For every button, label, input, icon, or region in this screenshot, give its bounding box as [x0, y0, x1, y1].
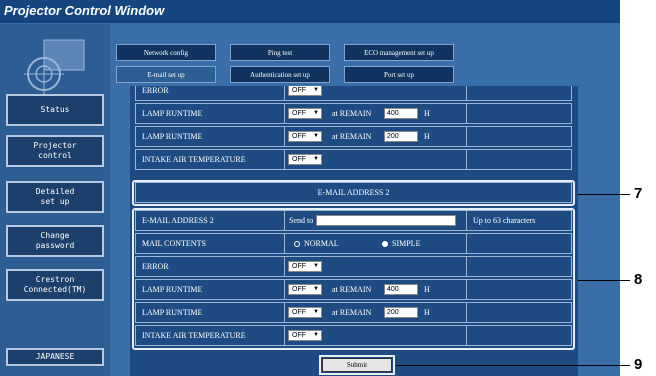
intake-temp-select[interactable]: OFF ▼: [288, 154, 322, 165]
unit-label: H: [424, 132, 430, 141]
callout-8: 8: [634, 271, 643, 288]
row-label: ERROR: [142, 86, 169, 95]
language-button[interactable]: JAPANESE: [6, 348, 104, 366]
tab-ping-test[interactable]: Ping test: [230, 44, 330, 61]
callout-9: 9: [634, 356, 643, 373]
sidebar-item-detailed-set-up[interactable]: Detailed set up: [6, 181, 104, 213]
sidebar: Status Projector control Detailed set up…: [0, 24, 110, 376]
window-title: Projector Control Window: [4, 3, 165, 18]
lamp-runtime-select[interactable]: OFF ▼: [288, 108, 322, 119]
callout-leader: [396, 365, 630, 366]
table-row: INTAKE AIR TEMPERATURE OFF ▼: [135, 149, 572, 170]
remain-input[interactable]: 200: [384, 131, 418, 142]
remain-input[interactable]: 400: [384, 284, 418, 295]
table-row: ERROR OFF ▼: [135, 256, 572, 277]
row-label: LAMP RUNTIME: [142, 109, 203, 118]
chevron-down-icon: ▼: [313, 87, 319, 93]
table-row: MAIL CONTENTS NORMAL SIMPLE: [135, 233, 572, 254]
table-row: LAMP RUNTIME OFF ▼ at REMAIN 200 H: [135, 302, 572, 323]
remain-input[interactable]: 200: [384, 307, 418, 318]
main-panel: Network config Ping test ECO management …: [110, 24, 620, 376]
chevron-down-icon: ▼: [313, 110, 319, 116]
intake-temp-select[interactable]: OFF ▼: [288, 330, 322, 341]
tab-network-config[interactable]: Network config: [116, 44, 216, 61]
email-address-input[interactable]: [316, 215, 456, 226]
tab-eco-management[interactable]: ECO management set up: [344, 44, 454, 61]
chevron-down-icon: ▼: [313, 263, 319, 269]
sidebar-item-change-password[interactable]: Change password: [6, 225, 104, 257]
callout-leader: [578, 280, 630, 281]
send-to-label: Send to: [289, 216, 314, 225]
chevron-down-icon: ▼: [313, 133, 319, 139]
title-bar: Projector Control Window: [0, 0, 620, 24]
row-label: E-MAIL ADDRESS 2: [142, 216, 214, 225]
sidebar-item-crestron-connected[interactable]: Crestron Connected(TM): [6, 269, 104, 301]
radio-normal[interactable]: NORMAL: [294, 239, 339, 248]
tab-email-set-up[interactable]: E-mail set up: [116, 66, 216, 83]
callout-7: 7: [634, 185, 643, 202]
email-settings-content: ERROR OFF ▼ LAMP RUNTIME OFF ▼ at REMAIN 4…: [130, 86, 578, 376]
lamp-runtime-select[interactable]: OFF ▼: [288, 284, 322, 295]
sidebar-item-projector-control[interactable]: Projector control: [6, 135, 104, 167]
row-label: INTAKE AIR TEMPERATURE: [142, 155, 246, 164]
lamp-runtime-select[interactable]: OFF ▼: [288, 131, 322, 142]
char-limit-hint: Up to 63 characters: [473, 216, 536, 225]
remain-input[interactable]: 400: [384, 108, 418, 119]
chevron-down-icon: ▼: [313, 332, 319, 338]
error-select[interactable]: OFF ▼: [288, 261, 322, 272]
tab-authentication[interactable]: Authentication set up: [230, 66, 330, 83]
row-label: LAMP RUNTIME: [142, 308, 203, 317]
callout-leader: [620, 194, 630, 195]
row-label: MAIL CONTENTS: [142, 239, 206, 248]
lamp-runtime-select[interactable]: OFF ▼: [288, 307, 322, 318]
chevron-down-icon: ▼: [313, 309, 319, 315]
error-select[interactable]: OFF ▼: [288, 86, 322, 96]
remain-label: at REMAIN: [332, 285, 372, 294]
unit-label: H: [424, 285, 430, 294]
table-row: INTAKE AIR TEMPERATURE OFF ▼: [135, 325, 572, 346]
table-row: LAMP RUNTIME OFF ▼ at REMAIN 200 H: [135, 126, 572, 147]
row-label: LAMP RUNTIME: [142, 285, 203, 294]
radio-icon: [294, 241, 300, 248]
callout-leader: [578, 194, 620, 195]
remain-label: at REMAIN: [332, 109, 372, 118]
row-label: ERROR: [142, 262, 169, 271]
projector-logo-icon: [24, 39, 85, 94]
table-row: LAMP RUNTIME OFF ▼ at REMAIN 400 H: [135, 279, 572, 300]
radio-simple[interactable]: SIMPLE: [382, 239, 420, 248]
unit-label: H: [424, 308, 430, 317]
sidebar-item-status[interactable]: Status: [6, 94, 104, 126]
table-row: LAMP RUNTIME OFF ▼ at REMAIN 400 H: [135, 103, 572, 124]
radio-selected-icon: [382, 241, 388, 248]
projector-control-window: Projector Control Window Status Projecto…: [0, 0, 620, 376]
table-row: ERROR OFF ▼: [135, 86, 572, 101]
row-label: INTAKE AIR TEMPERATURE: [142, 331, 246, 340]
unit-label: H: [424, 109, 430, 118]
email-address-2-header: E-MAIL ADDRESS 2: [135, 182, 572, 203]
row-label: LAMP RUNTIME: [142, 132, 203, 141]
submit-button[interactable]: Submit: [319, 355, 395, 375]
chevron-down-icon: ▼: [313, 156, 319, 162]
table-row: E-MAIL ADDRESS 2 Send to Up to 63 charac…: [135, 210, 572, 231]
tab-port-set-up[interactable]: Port set up: [344, 66, 454, 83]
remain-label: at REMAIN: [332, 132, 372, 141]
chevron-down-icon: ▼: [313, 286, 319, 292]
remain-label: at REMAIN: [332, 308, 372, 317]
